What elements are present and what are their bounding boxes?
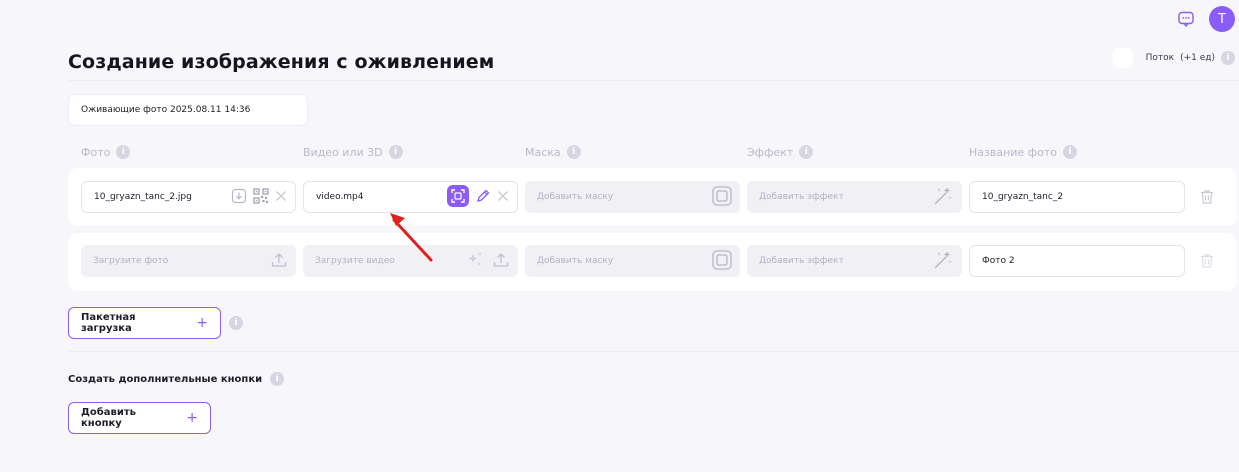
info-icon[interactable]: i (388, 145, 403, 159)
photo-cell[interactable]: 10_gryazn_tanc_2.jpg (81, 181, 296, 213)
table-row: Загрузите фото Загрузите видео Добавить … (68, 233, 1237, 291)
plus-icon: + (196, 315, 208, 331)
photo-filename: 10_gryazn_tanc_2.jpg (94, 192, 192, 202)
column-header-photo-name: Название фото i (969, 145, 1077, 159)
trash-icon[interactable] (1199, 252, 1215, 270)
chat-icon[interactable] (1175, 8, 1197, 30)
close-icon[interactable] (497, 190, 509, 205)
effect-placeholder: Добавить эффект (759, 192, 844, 202)
column-header-mask: Маска i (525, 145, 581, 159)
info-icon[interactable]: i (566, 145, 581, 159)
info-icon[interactable]: i (1062, 145, 1077, 159)
batch-upload-info-icon[interactable]: i (229, 316, 243, 330)
table-row: 10_gryazn_tanc_2.jpg video.mp4 Добавить … (68, 168, 1237, 226)
stream-label: Поток (1145, 53, 1175, 63)
column-header-effect: Эффект i (747, 145, 814, 159)
stream-info-icon[interactable]: i (1221, 51, 1235, 65)
top-right-toolbar: T (1175, 6, 1235, 32)
extra-buttons-section-label: Создать дополнительные кнопки i (68, 372, 285, 386)
annotation-arrow-icon (390, 213, 433, 262)
plus-icon: + (186, 410, 198, 426)
photo-name-value: 10_gryazn_tanc_2 (982, 192, 1064, 202)
mask-icon[interactable] (712, 249, 732, 273)
batch-upload-button[interactable]: Пакетная загрузка + (68, 307, 221, 339)
photo-name-input[interactable]: 10_gryazn_tanc_2 (969, 181, 1185, 213)
add-button-label: Добавить кнопку (81, 407, 136, 429)
upload-icon[interactable] (492, 251, 510, 272)
magic-wand-icon[interactable] (932, 185, 954, 210)
stream-cost: (+1 ед) (1180, 53, 1215, 63)
photo-name-input[interactable]: Фото 2 (969, 245, 1185, 277)
effect-cell[interactable]: Добавить эффект (747, 181, 962, 213)
effect-cell[interactable]: Добавить эффект (747, 245, 962, 277)
info-icon[interactable]: i (116, 145, 131, 159)
video-filename: video.mp4 (316, 192, 364, 202)
close-icon[interactable] (275, 190, 287, 205)
pencil-icon[interactable] (475, 188, 491, 207)
column-header-label: Название фото (969, 145, 1057, 159)
trash-icon[interactable] (1199, 188, 1215, 206)
qr-code-icon[interactable] (253, 187, 269, 207)
column-header-label: Эффект (747, 145, 794, 159)
batch-upload-label: Пакетная загрузка (81, 312, 136, 334)
stream-toggle[interactable] (1112, 48, 1133, 68)
section-divider (68, 351, 1239, 352)
avatar[interactable]: T (1209, 6, 1235, 32)
extra-buttons-info-icon[interactable]: i (270, 372, 285, 386)
stream-toggle-group: Поток (+1 ед) i (1112, 48, 1235, 68)
project-name-input[interactable]: Оживающие фото 2025.08.11 14:36 (68, 94, 308, 126)
mask-icon[interactable] (712, 185, 732, 209)
photo-upload-cell[interactable]: Загрузите фото (81, 245, 296, 277)
download-icon[interactable] (231, 188, 247, 207)
page-title: Создание изображения с оживлением (68, 51, 495, 73)
upload-icon[interactable] (270, 251, 288, 272)
focus-frame-icon[interactable] (447, 184, 469, 210)
mask-placeholder: Добавить маску (537, 192, 614, 202)
column-header-label: Маска (525, 145, 561, 159)
sparkles-icon[interactable] (466, 251, 486, 272)
photo-name-value: Фото 2 (982, 256, 1015, 266)
add-button-button[interactable]: Добавить кнопку + (68, 402, 211, 434)
column-header-video: Видео или 3D i (303, 145, 403, 159)
header-divider (68, 80, 1239, 81)
mask-cell[interactable]: Добавить маску (525, 181, 740, 213)
mask-placeholder: Добавить маску (537, 256, 614, 266)
info-icon[interactable]: i (799, 145, 814, 159)
magic-wand-icon[interactable] (932, 249, 954, 274)
mask-cell[interactable]: Добавить маску (525, 245, 740, 277)
extra-buttons-label: Создать дополнительные кнопки (68, 373, 263, 385)
photo-placeholder: Загрузите фото (93, 256, 169, 266)
column-header-photo: Фото i (81, 145, 131, 159)
column-header-label: Фото (81, 145, 111, 159)
effect-placeholder: Добавить эффект (759, 256, 844, 266)
column-header-label: Видео или 3D (303, 145, 383, 159)
